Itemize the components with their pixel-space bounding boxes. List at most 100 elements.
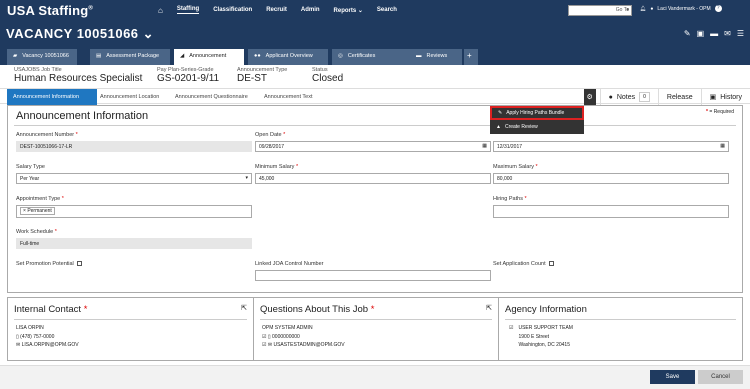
- create-review-menu-item[interactable]: ▲ Create Review: [490, 120, 584, 134]
- summary-status: Status Closed: [312, 67, 344, 84]
- app-count-checkbox[interactable]: [548, 261, 554, 267]
- tab-applicant-overview[interactable]: ●● Applicant Overview: [248, 49, 328, 65]
- briefcase-icon: ▰: [13, 53, 18, 59]
- help-icon[interactable]: ?: [714, 5, 722, 12]
- settings-dropdown: ✎ Apply Hiring Paths Bundle ▲ Create Revie…: [490, 106, 584, 134]
- calendar-icon[interactable]: ▦: [482, 143, 487, 149]
- chevron-down-icon: ▾: [626, 7, 629, 13]
- work-schedule-field: Full-time: [16, 238, 252, 249]
- save-button[interactable]: Save: [650, 370, 695, 384]
- users-icon: ●●: [254, 53, 261, 59]
- external-link-icon[interactable]: ⇱: [486, 304, 492, 312]
- home-icon[interactable]: ⌂: [158, 6, 163, 15]
- footer: Save Cancel: [0, 365, 750, 389]
- min-salary-field[interactable]: 45,000: [255, 173, 491, 184]
- announcement-summary: USAJOBS Job Title Human Resources Special…: [0, 65, 750, 87]
- notes-button[interactable]: ● Notes 0: [599, 89, 658, 105]
- external-link-icon[interactable]: ⇱: [241, 304, 247, 312]
- tab-reviews[interactable]: ▬ Reviews: [410, 49, 462, 65]
- history-icon: ▣: [709, 94, 717, 101]
- contact-name: LISA ORPIN: [16, 325, 44, 331]
- nav-search[interactable]: Search: [377, 7, 397, 13]
- apply-hiring-paths-menu-item[interactable]: ✎ Apply Hiring Paths Bundle: [490, 106, 584, 120]
- nav-recruit[interactable]: Recruit: [266, 7, 287, 13]
- print-icon[interactable]: ▣: [697, 29, 705, 38]
- chevron-down-icon: ▾: [245, 175, 248, 181]
- main-nav: ⌂ Staffing Classification Recruit Admin …: [158, 0, 411, 20]
- linked-joa-field[interactable]: [255, 270, 491, 281]
- tasks-icon[interactable]: ☰: [737, 29, 744, 38]
- mail-icon[interactable]: ✉: [724, 29, 731, 38]
- cancel-button[interactable]: Cancel: [698, 370, 743, 384]
- nav-staffing[interactable]: Staffing: [176, 6, 200, 14]
- comment-icon: ●: [608, 93, 613, 101]
- ann-number-label: Announcement Number *: [16, 132, 78, 138]
- nav-reports[interactable]: Reports ⌄: [334, 7, 363, 14]
- tab-certificates[interactable]: ◎ Certificates: [332, 49, 412, 65]
- max-salary-field[interactable]: 80,000: [493, 173, 729, 184]
- notes-count: 0: [639, 92, 650, 102]
- ann-number-field: DEST-10051066-17-LR: [16, 141, 252, 152]
- agency-panel: Agency Information ☑ USER SUPPORT TEAM 190…: [499, 298, 742, 360]
- chat-icon: ▬: [416, 53, 422, 59]
- crumb-announcement-questionnaire[interactable]: Announcement Questionnaire: [175, 89, 248, 105]
- add-tab-button[interactable]: +: [464, 49, 478, 65]
- internal-contact-panel: Internal Contact * ⇱ LISA ORPIN ▯ (478) …: [8, 298, 254, 360]
- promo-checkbox[interactable]: [76, 261, 82, 267]
- questions-title: Questions About This Job *: [260, 304, 375, 315]
- top-bar: USA Staffing® ⌂ Staffing Classification …: [0, 0, 750, 20]
- mail-icon: ✉: [267, 342, 273, 348]
- internal-contact-title: Internal Contact *: [14, 304, 88, 315]
- bell-icon[interactable]: 🔔︎: [640, 6, 646, 12]
- phone-icon: ▯: [16, 333, 19, 340]
- crumb-announcement-location[interactable]: Announcement Location: [100, 89, 159, 105]
- appt-type-field[interactable]: × Permanent: [16, 205, 252, 218]
- breadcrumb: Announcement Information Announcement Lo…: [0, 88, 750, 105]
- nav-admin[interactable]: Admin: [301, 7, 320, 13]
- release-button[interactable]: Release: [657, 89, 701, 105]
- history-button[interactable]: ▣ History: [700, 89, 750, 105]
- work-schedule-label: Work Schedule *: [16, 229, 57, 235]
- summary-grade: Pay Plan-Series-Grade GS-0201-9/11: [157, 67, 220, 84]
- appt-type-label: Appointment Type *: [16, 196, 64, 202]
- vacancy-title[interactable]: VACANCY 10051066 ⌄: [6, 26, 154, 42]
- phone-icon: ▯: [267, 333, 271, 340]
- user-menu[interactable]: 🔔︎ ● Laci Vandermark - OPM ?: [640, 5, 750, 12]
- folder-icon[interactable]: ▬: [710, 29, 718, 38]
- nav-classification[interactable]: Classification: [213, 7, 252, 13]
- app-logo[interactable]: USA Staffing®: [7, 3, 93, 18]
- linked-joa-label: Linked JOA Control Number: [255, 261, 324, 267]
- min-salary-label: Minimum Salary *: [255, 164, 299, 170]
- user-icon: ●: [650, 5, 654, 12]
- max-salary-label: Maximum Salary *: [493, 164, 538, 170]
- crumb-announcement-information[interactable]: Announcement Information: [7, 89, 97, 105]
- close-date-field[interactable]: 12/31/2017 ▦: [493, 141, 729, 152]
- hiring-paths-field[interactable]: [493, 205, 729, 218]
- contact-panels: Internal Contact * ⇱ LISA ORPIN ▯ (478) …: [7, 297, 743, 361]
- checkbox-icon[interactable]: ☑: [509, 324, 513, 350]
- app-count-label: Set Application Count: [493, 261, 554, 267]
- gear-icon[interactable]: ⚙: [583, 89, 596, 105]
- mail-icon: ✉: [16, 342, 21, 348]
- announcement-form: Announcement Information * = Required ✎ A…: [7, 105, 743, 293]
- salary-type-select[interactable]: Per Year ▾: [16, 173, 252, 184]
- thumbs-up-icon: ▲: [496, 124, 501, 130]
- appt-type-chip[interactable]: × Permanent: [20, 207, 55, 215]
- tab-vacancy[interactable]: ▰ Vacancy 10051066: [7, 49, 77, 65]
- summary-type: Announcement Type DE-ST: [237, 67, 288, 84]
- hiring-paths-label: Hiring Paths *: [493, 196, 527, 202]
- tab-announcement[interactable]: ◢ Announcement: [174, 49, 244, 65]
- edit-icon[interactable]: ✎: [684, 29, 691, 38]
- summary-job-title: USAJOBS Job Title Human Resources Special…: [14, 67, 143, 84]
- checkbox-icon: ☑: [262, 333, 267, 340]
- goto-input[interactable]: Go To ▾: [568, 5, 632, 16]
- vacancy-header: VACANCY 10051066 ⌄ ✎ ▣ ▬ ✉ ☰: [0, 20, 750, 47]
- section-title: Announcement Information: [16, 110, 149, 122]
- questions-panel: Questions About This Job * ⇱ OPM SYSTEM …: [254, 298, 499, 360]
- divider: [14, 125, 736, 126]
- open-date-field[interactable]: 09/28/2017 ▦: [255, 141, 491, 152]
- tab-assessment-package[interactable]: ▤ Assessment Package: [90, 49, 170, 65]
- questions-name: OPM SYSTEM ADMIN: [262, 325, 313, 331]
- calendar-icon[interactable]: ▦: [720, 143, 725, 149]
- crumb-announcement-text[interactable]: Announcement Text: [264, 89, 313, 105]
